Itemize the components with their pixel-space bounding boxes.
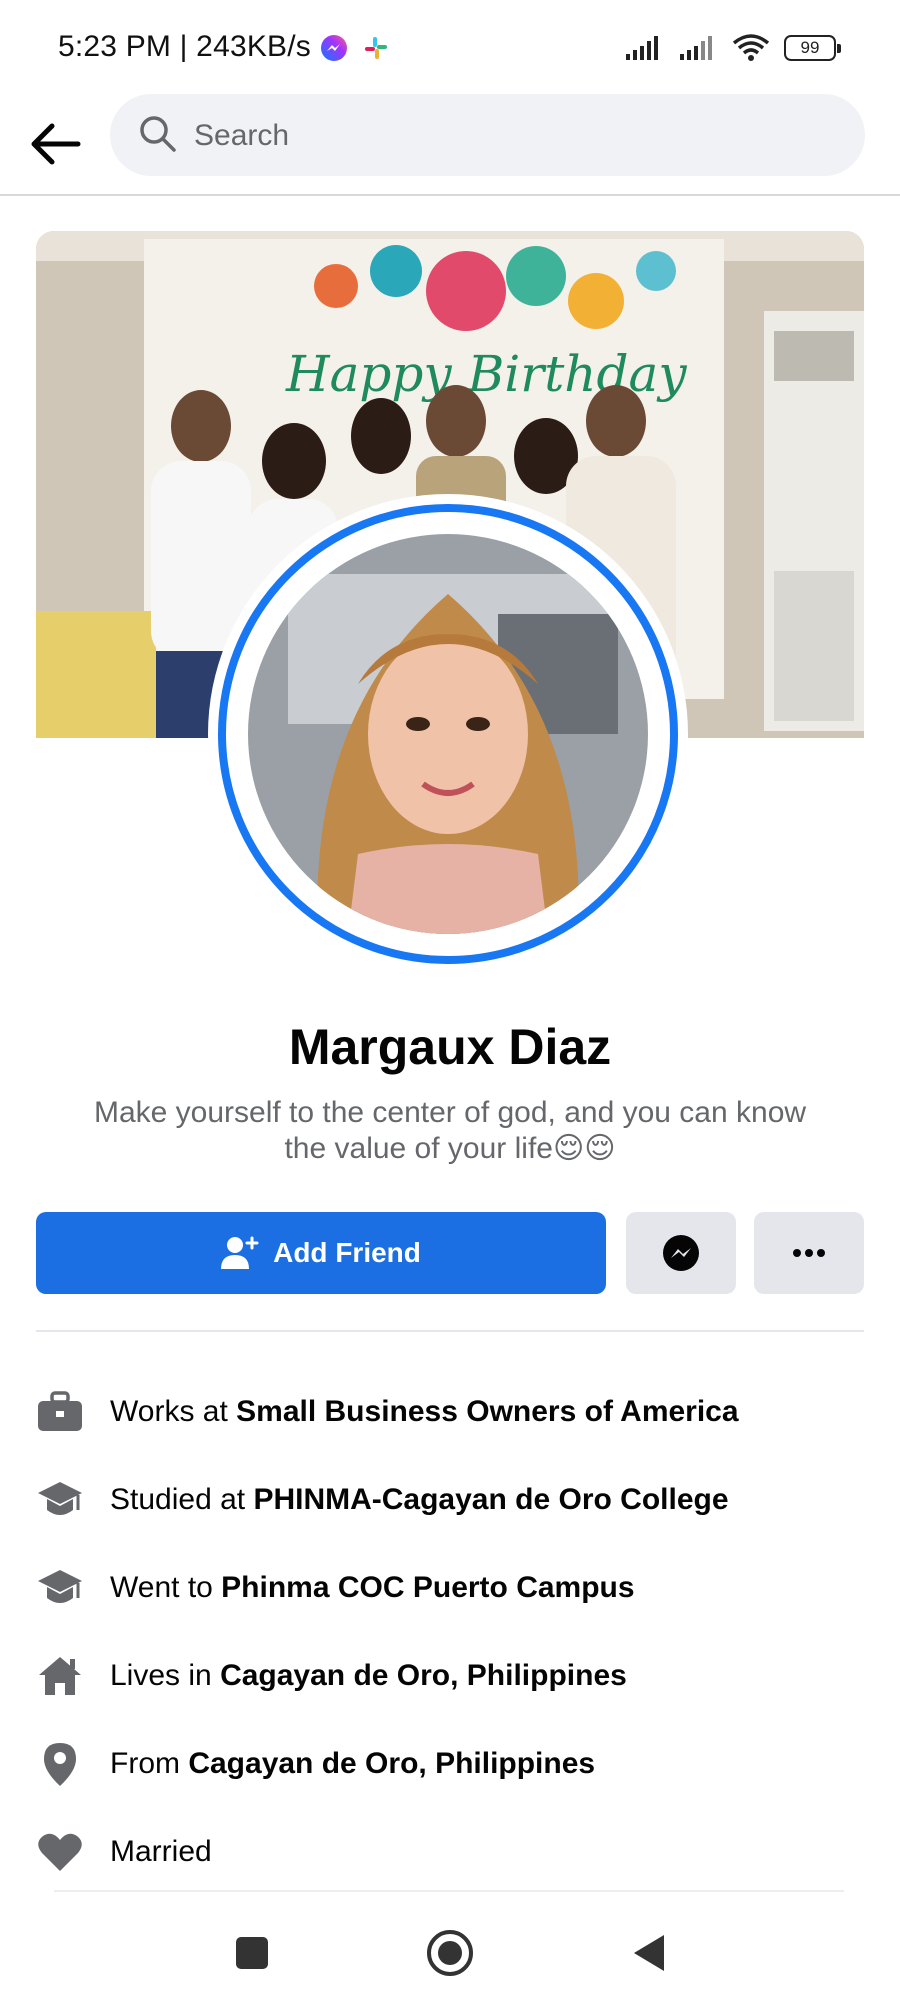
more-dots-icon xyxy=(793,1249,825,1257)
status-time-speed: 5:23 PM | 243KB/s xyxy=(58,30,311,63)
detail-school-value[interactable]: Phinma COC Puerto Campus xyxy=(221,1571,634,1604)
profile-bio: Make yourself to the center of god, and … xyxy=(93,1096,807,1165)
detail-education-prefix: Studied at xyxy=(110,1483,254,1516)
detail-from-value[interactable]: Cagayan de Oro, Philippines xyxy=(188,1747,595,1780)
detail-lives-in-prefix: Lives in xyxy=(110,1659,221,1692)
detail-lives-in: Lives in Cagayan de Oro, Philippines xyxy=(36,1632,864,1720)
back-button[interactable] xyxy=(26,114,86,174)
detail-relationship: Married xyxy=(36,1808,864,1896)
add-friend-button[interactable]: Add Friend xyxy=(36,1212,606,1294)
messenger-icon xyxy=(321,35,347,61)
back-nav-button[interactable] xyxy=(618,1923,678,1983)
top-bar xyxy=(0,94,900,196)
back-arrow-icon xyxy=(31,123,81,165)
square-icon xyxy=(236,1937,268,1969)
bottom-divider xyxy=(54,1890,844,1892)
add-friend-icon xyxy=(221,1236,259,1269)
profile-picture[interactable] xyxy=(208,494,688,974)
detail-school: Went to Phinma COC Puerto Campus xyxy=(36,1544,864,1632)
section-divider xyxy=(36,1330,864,1332)
graduation-cap-icon xyxy=(36,1564,84,1612)
home-icon xyxy=(36,1652,84,1700)
detail-relationship-status: Married xyxy=(110,1835,212,1868)
battery-icon: 99 xyxy=(784,35,841,61)
heart-icon xyxy=(36,1828,84,1876)
detail-work-prefix: Works at xyxy=(110,1395,237,1428)
detail-work: Works at Small Business Owners of Americ… xyxy=(36,1368,864,1456)
graduation-cap-icon xyxy=(36,1476,84,1524)
detail-from: From Cagayan de Oro, Philippines xyxy=(36,1720,864,1808)
briefcase-icon xyxy=(36,1388,84,1436)
detail-school-prefix: Went to xyxy=(110,1571,222,1604)
detail-lives-in-value[interactable]: Cagayan de Oro, Philippines xyxy=(220,1659,627,1692)
more-options-button[interactable] xyxy=(754,1212,864,1294)
detail-education: Studied at PHINMA-Cagayan de Oro College xyxy=(36,1456,864,1544)
back-triangle-icon xyxy=(634,1935,664,1971)
profile-name: Margaux Diaz xyxy=(288,1019,612,1075)
add-friend-label: Add Friend xyxy=(273,1237,421,1268)
signal-icon xyxy=(626,36,658,60)
detail-education-value[interactable]: PHINMA-Cagayan de Oro College xyxy=(253,1483,728,1516)
detail-from-prefix: From xyxy=(110,1747,189,1780)
profile-actions: Add Friend xyxy=(36,1212,864,1296)
system-nav-bar xyxy=(0,1905,900,2000)
location-pin-icon xyxy=(36,1740,84,1788)
home-circle-icon xyxy=(427,1930,473,1976)
search-icon xyxy=(140,116,176,152)
message-button[interactable] xyxy=(626,1212,736,1294)
profile-details: Works at Small Business Owners of Americ… xyxy=(36,1368,864,1896)
messenger-icon xyxy=(663,1235,699,1271)
home-button[interactable] xyxy=(420,1923,480,1983)
slack-icon xyxy=(365,37,387,59)
search-input[interactable] xyxy=(192,94,796,178)
battery-level: 99 xyxy=(800,38,820,57)
signal-icon xyxy=(680,36,712,60)
detail-work-value[interactable]: Small Business Owners of America xyxy=(236,1395,738,1428)
recent-apps-button[interactable] xyxy=(222,1923,282,1983)
profile-picture-image xyxy=(248,534,648,934)
wifi-icon xyxy=(732,34,770,61)
profile-picture-ring xyxy=(218,504,678,964)
search-bar[interactable] xyxy=(110,94,865,178)
status-bar: 5:23 PM | 243KB/s 99 xyxy=(0,0,900,96)
